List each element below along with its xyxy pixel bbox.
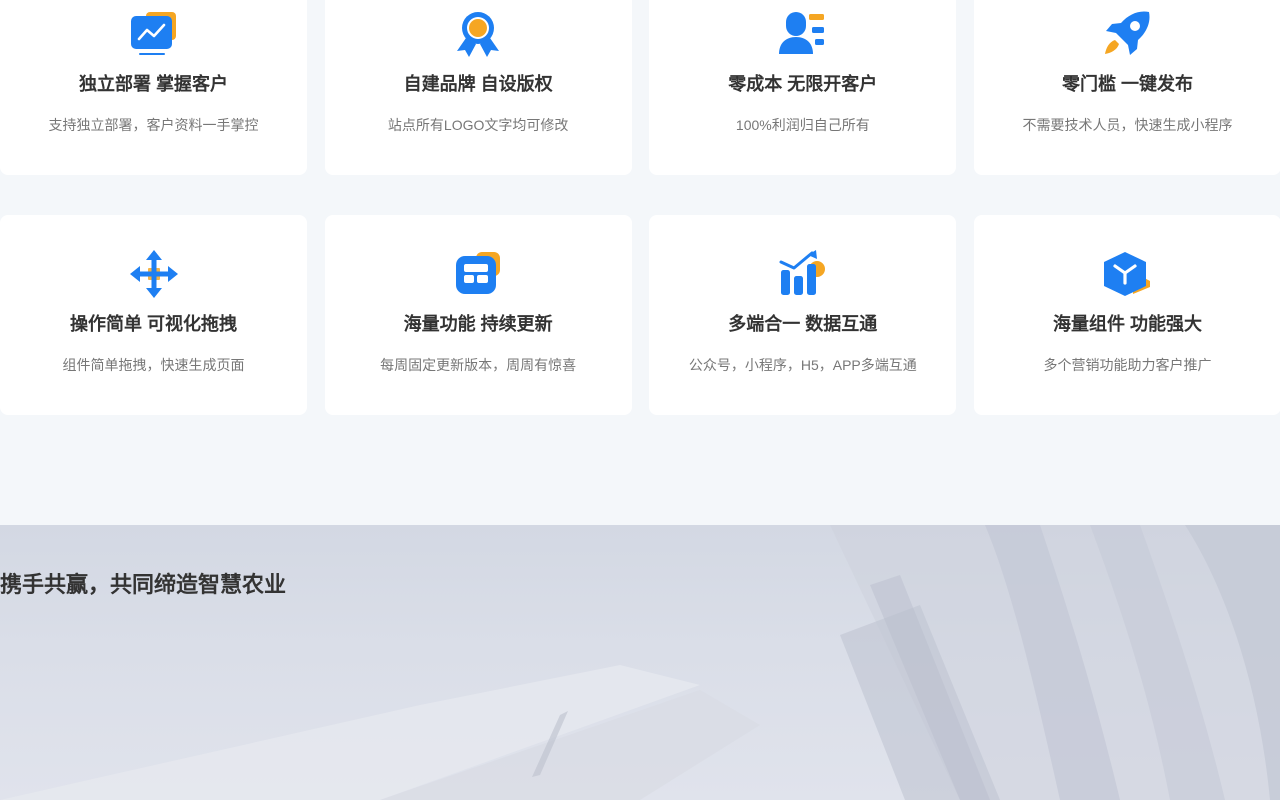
feature-title: 自建品牌 自设版权 (403, 74, 553, 94)
cooperation-banner: 携手共赢，共同缔造智慧农业 (0, 525, 1280, 800)
page: 独立部署 掌握客户 支持独立部署，客户资料一手掌控 自建品牌 自设版权 站点所有… (0, 0, 1280, 800)
feature-desc: 支持独立部署，客户资料一手掌控 (48, 117, 259, 133)
move-arrows-icon (129, 250, 178, 298)
feature-title: 零成本 无限开客户 (728, 74, 878, 94)
feature-desc: 每周固定更新版本，周周有惊喜 (380, 357, 577, 373)
feature-card-independent-deploy[interactable]: 独立部署 掌握客户 支持独立部署，客户资料一手掌控 (0, 0, 307, 175)
feature-title: 海量组件 功能强大 (1052, 314, 1202, 334)
feature-desc: 多个营销功能助力客户推广 (1043, 357, 1212, 373)
feature-desc: 站点所有LOGO文字均可修改 (387, 117, 569, 133)
feature-card-zero-cost[interactable]: 零成本 无限开客户 100%利润归自己所有 (649, 0, 957, 175)
feature-title: 操作简单 可视化拖拽 (69, 314, 237, 334)
feature-title: 独立部署 掌握客户 (78, 74, 228, 94)
feature-title: 零门槛 一键发布 (1061, 74, 1193, 94)
feature-card-own-brand[interactable]: 自建品牌 自设版权 站点所有LOGO文字均可修改 (324, 0, 632, 175)
monitor-chart-icon (130, 10, 178, 58)
feature-desc: 组件简单拖拽，快速生成页面 (62, 357, 245, 373)
feature-desc: 不需要技术人员，快速生成小程序 (1022, 117, 1233, 133)
feature-title: 海量功能 持续更新 (403, 314, 553, 334)
bar-chart-trend-icon (779, 250, 827, 298)
feature-desc: 100%利润归自己所有 (735, 117, 870, 133)
banner-slogan: 携手共赢，共同缔造智慧农业 (0, 572, 287, 597)
feature-card-powerful-components[interactable]: 海量组件 功能强大 多个营销功能助力客户推广 (973, 215, 1280, 415)
layout-grid-icon (454, 250, 502, 298)
award-badge-icon (454, 10, 502, 58)
feature-desc: 公众号，小程序，H5，APP多端互通 (688, 357, 917, 373)
user-profile-icon (778, 10, 827, 58)
feature-title: 多端合一 数据互通 (728, 314, 878, 334)
feature-card-drag-drop[interactable]: 操作简单 可视化拖拽 组件简单拖拽，快速生成页面 (0, 215, 307, 415)
cube-icon (1103, 250, 1151, 298)
feature-card-multi-platform[interactable]: 多端合一 数据互通 公众号，小程序，H5，APP多端互通 (649, 215, 957, 415)
feature-grid: 独立部署 掌握客户 支持独立部署，客户资料一手掌控 自建品牌 自设版权 站点所有… (0, 0, 1280, 415)
rocket-icon (1103, 10, 1151, 58)
banner-background-art (0, 525, 1280, 800)
feature-card-massive-features[interactable]: 海量功能 持续更新 每周固定更新版本，周周有惊喜 (324, 215, 632, 415)
feature-card-one-click-publish[interactable]: 零门槛 一键发布 不需要技术人员，快速生成小程序 (973, 0, 1280, 175)
